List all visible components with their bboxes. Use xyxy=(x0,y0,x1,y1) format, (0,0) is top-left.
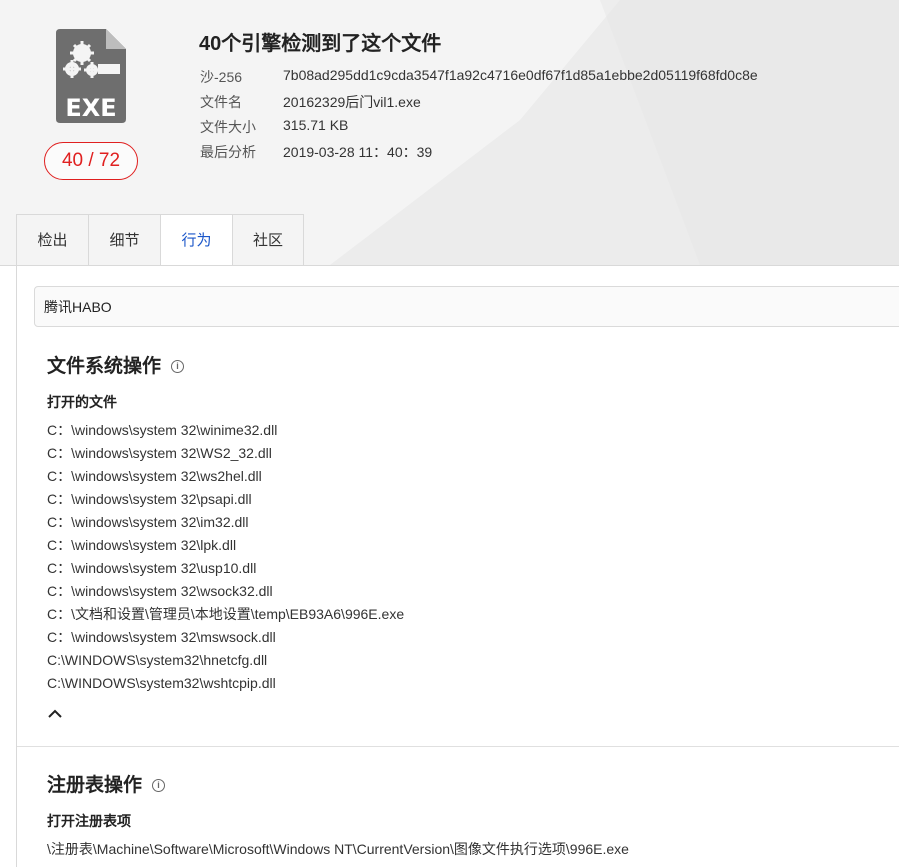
list-item: C：\windows\system 32\lpk.dll xyxy=(47,537,237,553)
file-summary-header: EXE 40 / 72 40个引擎检测到了这个文件 沙-256 7b08ad29… xyxy=(0,0,899,266)
meta-value: 2019-03-28 11：40：39 xyxy=(283,144,433,160)
list-item: C：\windows\system 32\winime32.dll xyxy=(47,422,278,438)
list-item: C：\windows\system 32\WS2_32.dll xyxy=(47,445,272,461)
meta-label: 最后分析 xyxy=(200,144,256,160)
tab-behavior[interactable]: 行为 xyxy=(160,214,232,265)
section-divider xyxy=(17,746,899,747)
opened-files-title: 打开的文件 xyxy=(47,394,117,410)
opened-files-list: C：\windows\system 32\winime32.dll C：\win… xyxy=(47,420,404,696)
info-icon[interactable]: i xyxy=(171,360,185,373)
opened-keys-list: \注册表\Machine\Software\Microsoft\Windows … xyxy=(47,839,629,862)
filesystem-title-text: 文件系统操作 xyxy=(47,356,162,377)
meta-label: 文件名 xyxy=(200,94,242,110)
meta-label: 沙-256 xyxy=(200,69,243,85)
list-item: C：\windows\system 32\wsock32.dll xyxy=(47,583,273,599)
sandbox-selector[interactable]: 腾讯HABO xyxy=(34,286,899,327)
list-item: C：\windows\system 32\ws2hel.dll xyxy=(47,468,262,484)
page-title: 40个引擎检测到了这个文件 xyxy=(199,33,442,55)
svg-text:EXE: EXE xyxy=(65,94,116,122)
detection-score-badge: 40 / 72 xyxy=(44,142,138,180)
meta-value: 7b08ad295dd1c9cda3547f1a92c4716e0df67f1d… xyxy=(283,67,758,83)
opened-keys-title: 打开注册表项 xyxy=(47,813,131,829)
list-item: C:\WINDOWS\system32\hnetcfg.dll xyxy=(47,652,268,668)
list-item: C：\文档和设置\管理员\本地设置\temp\EB93A6\996E.exe xyxy=(47,606,405,622)
list-item: C：\windows\system 32\usp10.dll xyxy=(47,560,257,576)
chevron-up-icon[interactable] xyxy=(47,705,63,721)
content-left-border xyxy=(16,265,17,867)
list-item: \注册表\Machine\Software\Microsoft\Windows … xyxy=(47,841,629,857)
filesystem-section-title: 文件系统操作 i xyxy=(47,351,185,378)
registry-section-title: 注册表操作 i xyxy=(47,770,166,797)
tab-community[interactable]: 社区 xyxy=(232,214,304,265)
tab-details[interactable]: 细节 xyxy=(88,214,160,265)
meta-value: 315.71 KB xyxy=(283,117,349,133)
meta-label: 文件大小 xyxy=(200,119,256,135)
list-item: C:\WINDOWS\system32\wshtcpip.dll xyxy=(47,675,276,691)
meta-value: 20162329后门vil1.exe xyxy=(283,94,421,110)
info-icon[interactable]: i xyxy=(152,779,166,792)
report-tabs: 检出 细节 行为 社区 xyxy=(16,214,304,265)
list-item: C：\windows\system 32\mswsock.dll xyxy=(47,629,276,645)
registry-title-text: 注册表操作 xyxy=(47,775,143,796)
list-item: C：\windows\system 32\psapi.dll xyxy=(47,491,252,507)
exe-file-icon: EXE xyxy=(56,29,126,123)
list-item: C：\windows\system 32\im32.dll xyxy=(47,514,249,530)
tab-detection[interactable]: 检出 xyxy=(16,214,88,265)
